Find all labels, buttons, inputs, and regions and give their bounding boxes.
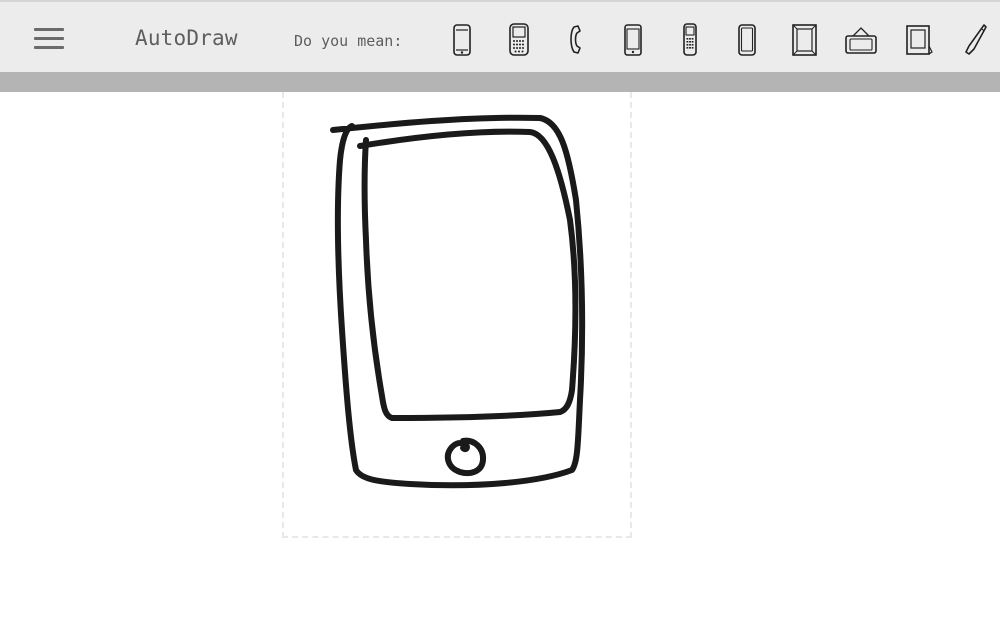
sketch-home-button	[444, 437, 487, 477]
phone-sketch	[330, 114, 586, 489]
sketch-screen	[357, 128, 579, 421]
